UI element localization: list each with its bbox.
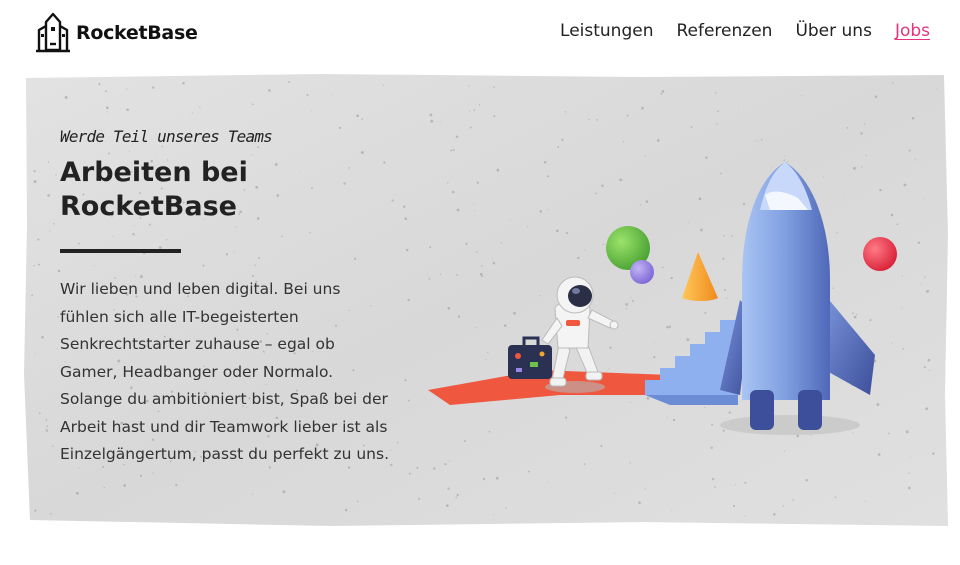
page-title: Arbeiten bei RocketBase [60, 157, 248, 222]
hero-body-text: Wir lieben und leben digital. Bei uns fü… [60, 280, 390, 463]
astronaut [508, 276, 619, 393]
title-divider [60, 249, 181, 253]
site-header: RocketBase Leistungen Referenzen Über un… [0, 0, 960, 66]
nav-item-jobs[interactable]: Jobs [895, 21, 930, 41]
nav-item-leistungen[interactable]: Leistungen [560, 21, 653, 41]
brand-logo[interactable]: RocketBase [36, 12, 198, 54]
brand-name: RocketBase [76, 22, 198, 44]
rocket-stairs [645, 320, 738, 405]
rocket [720, 162, 875, 435]
main-nav: Leistungen Referenzen Über uns Jobs [560, 21, 930, 41]
red-ball [863, 237, 897, 271]
hero-eyebrow: Werde Teil unseres Teams [60, 127, 273, 146]
purple-ball [630, 260, 654, 284]
nav-item-ueber-uns[interactable]: Über uns [795, 21, 872, 41]
suitcase [508, 336, 552, 379]
astronaut-walking-to-rocket-illustration [428, 162, 897, 435]
rocket-building-icon [36, 12, 70, 53]
nav-item-referenzen[interactable]: Referenzen [676, 21, 772, 41]
orange-cone [682, 252, 718, 301]
